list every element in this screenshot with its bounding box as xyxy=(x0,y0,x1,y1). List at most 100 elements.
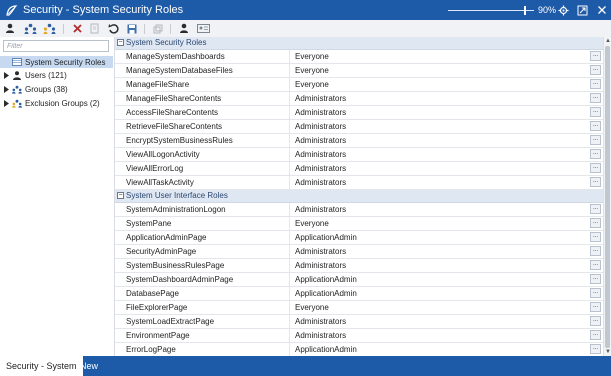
expand-caret-icon[interactable] xyxy=(3,71,9,79)
tree-item-system-security-roles[interactable]: System Security Roles xyxy=(0,56,113,68)
tree-item-groups[interactable]: Groups (38) xyxy=(3,83,68,95)
table-row[interactable]: ViewAllErrorLog Administrators... xyxy=(115,162,603,176)
table-row[interactable]: DatabasePage ApplicationAdmin... xyxy=(115,287,603,301)
role-value-cell[interactable]: Administrators xyxy=(295,162,346,175)
ellipsis-button[interactable]: ... xyxy=(590,107,601,117)
expand-caret-icon[interactable] xyxy=(3,99,9,107)
ellipsis-button[interactable]: ... xyxy=(590,51,601,61)
role-value-cell[interactable]: Everyone xyxy=(295,50,329,63)
role-value-cell[interactable]: Administrators xyxy=(295,203,346,216)
ellipsis-button[interactable]: ... xyxy=(590,93,601,103)
role-value-cell[interactable]: ApplicationAdmin xyxy=(295,343,357,356)
table-row[interactable]: ManageFileShare Everyone... xyxy=(115,78,603,92)
zoom-slider-thumb[interactable] xyxy=(524,5,527,15)
role-value-cell[interactable]: Everyone xyxy=(295,64,329,77)
table-row[interactable]: ErrorLogPage ApplicationAdmin... xyxy=(115,343,603,356)
vertical-scrollbar[interactable]: ▲ ▼ xyxy=(603,37,611,356)
role-value-cell[interactable]: Everyone xyxy=(295,301,329,314)
user-icon[interactable] xyxy=(3,22,17,35)
table-row[interactable]: EnvironmentPage Administrators... xyxy=(115,329,603,343)
ellipsis-button[interactable]: ... xyxy=(590,177,601,187)
role-value-cell[interactable]: Administrators xyxy=(295,329,346,342)
save-icon[interactable] xyxy=(125,22,139,35)
tab-new[interactable]: New xyxy=(80,356,98,376)
role-value-cell[interactable]: ApplicationAdmin xyxy=(295,273,357,286)
tree-item-users[interactable]: Users (121) xyxy=(3,69,67,81)
ellipsis-button[interactable]: ... xyxy=(590,330,601,340)
role-value-cell[interactable]: Administrators xyxy=(295,176,346,189)
role-value-cell[interactable]: Administrators xyxy=(295,106,346,119)
table-row[interactable]: ManageFileShareContents Administrators... xyxy=(115,92,603,106)
table-row[interactable]: ViewAllTaskActivity Administrators... xyxy=(115,176,603,190)
group-header[interactable]: − System User Interface Roles xyxy=(115,190,603,203)
ellipsis-button[interactable]: ... xyxy=(590,218,601,228)
settings-icon[interactable] xyxy=(556,3,570,17)
table-row[interactable]: ApplicationAdminPage ApplicationAdmin... xyxy=(115,231,603,245)
ellipsis-button[interactable]: ... xyxy=(590,121,601,131)
role-value-cell[interactable]: Administrators xyxy=(295,134,346,147)
ellipsis-button[interactable]: ... xyxy=(590,135,601,145)
ellipsis-button[interactable]: ... xyxy=(590,302,601,312)
table-row[interactable]: SystemLoadExtractPage Administrators... xyxy=(115,315,603,329)
filter-input[interactable] xyxy=(3,40,109,52)
table-row[interactable]: SecurityAdminPage Administrators... xyxy=(115,245,603,259)
ellipsis-button[interactable]: ... xyxy=(590,344,601,354)
ellipsis-button[interactable]: ... xyxy=(590,246,601,256)
scroll-down-icon[interactable]: ▼ xyxy=(605,349,611,355)
ellipsis-button[interactable]: ... xyxy=(590,204,601,214)
role-value-cell[interactable]: Administrators xyxy=(295,245,346,258)
group-header[interactable]: − System Security Roles xyxy=(115,37,603,50)
collapse-icon[interactable]: − xyxy=(117,39,124,46)
id-card-icon[interactable] xyxy=(196,22,210,35)
role-value-cell[interactable]: ApplicationAdmin xyxy=(295,287,357,300)
user-group-icon[interactable] xyxy=(42,22,56,35)
role-value-cell[interactable]: Everyone xyxy=(295,78,329,91)
copy-icon[interactable] xyxy=(88,22,102,35)
ellipsis-button[interactable]: ... xyxy=(590,65,601,75)
role-value-cell[interactable]: Administrators xyxy=(295,120,346,133)
tab-security-system[interactable]: Security - System xyxy=(0,356,83,376)
role-value-cell[interactable]: ApplicationAdmin xyxy=(295,231,357,244)
ellipsis-button[interactable]: ... xyxy=(590,149,601,159)
table-row[interactable]: EncryptSystemBusinessRules Administrators… xyxy=(115,134,603,148)
scrollbar-thumb[interactable] xyxy=(605,46,610,348)
user-lock-icon[interactable] xyxy=(177,22,191,35)
role-value-cell[interactable]: Everyone xyxy=(295,217,329,230)
role-value-cell[interactable]: Administrators xyxy=(295,315,346,328)
table-row[interactable]: SystemPane Everyone... xyxy=(115,217,603,231)
ellipsis-button[interactable]: ... xyxy=(590,163,601,173)
ellipsis-button[interactable]: ... xyxy=(590,260,601,270)
table-row[interactable]: SystemAdministrationLogon Administrators.… xyxy=(115,203,603,217)
ellipsis-button[interactable]: ... xyxy=(590,316,601,326)
tree-item-exclusion-groups[interactable]: Exclusion Groups (2) xyxy=(3,97,100,109)
table-row[interactable]: ManageSystemDatabaseFiles Everyone... xyxy=(115,64,603,78)
table-row[interactable]: ManageSystemDashboards Everyone... xyxy=(115,50,603,64)
users-icon[interactable] xyxy=(23,22,37,35)
table-row[interactable]: SystemDashboardAdminPage ApplicationAdmin… xyxy=(115,273,603,287)
toolbar-separator xyxy=(63,24,64,34)
role-value-cell[interactable]: Administrators xyxy=(295,92,346,105)
ellipsis-button[interactable]: ... xyxy=(590,288,601,298)
copy-row-icon[interactable] xyxy=(151,22,165,35)
role-name-cell: ManageSystemDatabaseFiles xyxy=(126,66,233,75)
close-icon[interactable] xyxy=(595,3,609,17)
table-row[interactable]: RetrieveFileShareContents Administrators.… xyxy=(115,120,603,134)
role-value-cell[interactable]: Administrators xyxy=(295,148,346,161)
table-row[interactable]: SystemBusinessRulesPage Administrators... xyxy=(115,259,603,273)
ellipsis-button[interactable]: ... xyxy=(590,79,601,89)
delete-icon[interactable] xyxy=(70,22,84,35)
role-value-cell[interactable]: Administrators xyxy=(295,259,346,272)
role-name-cell: RetrieveFileShareContents xyxy=(126,122,223,131)
scroll-up-icon[interactable]: ▲ xyxy=(605,38,611,44)
undo-icon[interactable] xyxy=(106,22,120,35)
expand-caret-icon[interactable] xyxy=(3,85,9,93)
table-row[interactable]: ViewAllLogonActivity Administrators... xyxy=(115,148,603,162)
ellipsis-button[interactable]: ... xyxy=(590,232,601,242)
collapse-icon[interactable]: − xyxy=(117,192,124,199)
zoom-control[interactable]: 90% xyxy=(448,0,556,20)
restore-window-icon[interactable] xyxy=(575,3,589,17)
table-row[interactable]: FileExplorerPage Everyone... xyxy=(115,301,603,315)
zoom-slider[interactable] xyxy=(448,5,534,15)
table-row[interactable]: AccessFileShareContents Administrators... xyxy=(115,106,603,120)
ellipsis-button[interactable]: ... xyxy=(590,274,601,284)
